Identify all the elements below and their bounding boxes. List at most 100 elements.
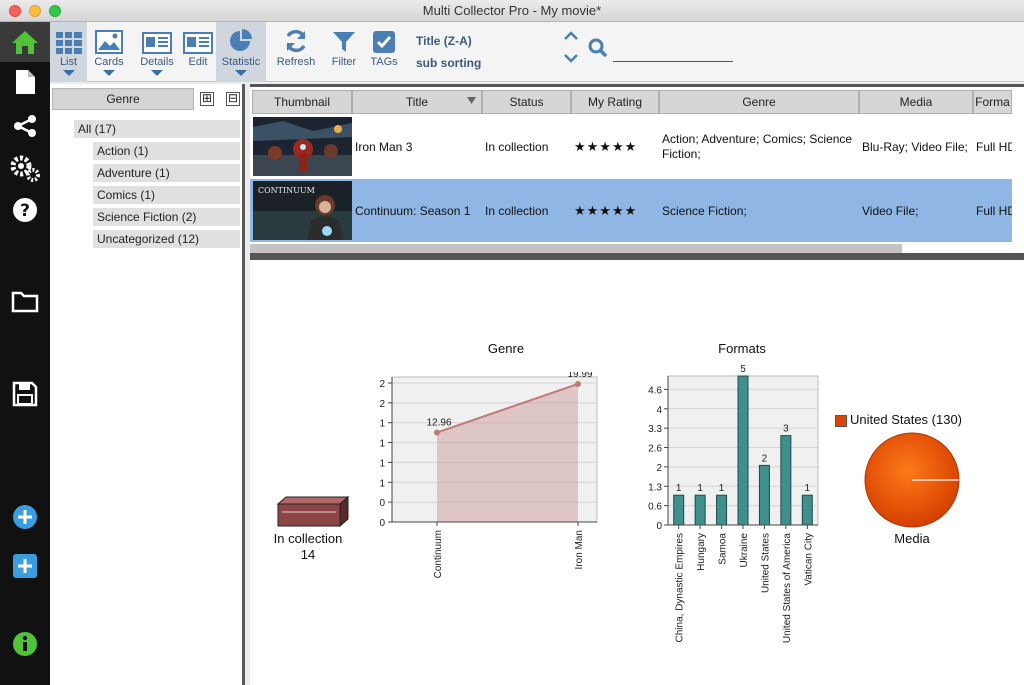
help-icon: ? — [13, 198, 37, 222]
y-tick-label: 0 — [379, 498, 385, 509]
help-button[interactable]: ? — [0, 190, 50, 230]
table-row[interactable]: Iron Man 3 In collection ★★★★★ Action; A… — [250, 115, 1012, 178]
list-label: List — [59, 56, 78, 68]
x-tick-label: Vatican City — [803, 533, 814, 586]
toolbar: List Cards Details Edit Statistic Refres… — [50, 22, 1024, 82]
cell-genre: Action; Adventure; Comics; Science Ficti… — [662, 131, 853, 161]
genre-panel-title[interactable]: Genre — [52, 88, 194, 110]
continuum-thumbnail: CONTINUUM — [253, 181, 352, 240]
sort-primary[interactable]: Title (Z-A) — [416, 30, 481, 52]
chevron-down-icon — [235, 70, 247, 76]
gears-icon — [10, 155, 40, 182]
column-header-format[interactable]: Forma — [973, 90, 1012, 114]
cell-rating[interactable]: ★★★★★ — [574, 179, 658, 242]
tree-item-genre[interactable]: Comics (1) — [93, 186, 240, 204]
add-item-button[interactable] — [0, 497, 50, 537]
checkbox-icon — [373, 31, 395, 53]
column-header-media[interactable]: Media — [859, 90, 973, 114]
continuum-thumb-text: CONTINUUM — [258, 186, 315, 195]
tree-item-genre[interactable]: Action (1) — [93, 142, 240, 160]
tree-item-genre[interactable]: Science Fiction (2) — [93, 208, 240, 226]
collapse-all-button[interactable]: ⊟ — [226, 92, 240, 106]
folder-icon — [11, 291, 39, 313]
sort-up-chevron-icon[interactable] — [564, 31, 578, 41]
genre-area-chart: 0 0 1 1 1 1 2 2 12.96 Continuum 19.99 Iron Man — [379, 372, 598, 578]
tree-item-genre[interactable]: Uncategorized (12) — [93, 230, 240, 248]
sort-down-chevron-icon[interactable] — [564, 53, 578, 63]
save-icon — [12, 381, 38, 407]
splitter[interactable] — [250, 253, 1024, 260]
share-button[interactable] — [0, 106, 50, 146]
minimize-window-button[interactable] — [29, 5, 41, 17]
data-label: 19.99 — [567, 372, 592, 380]
cell-genre: Science Fiction; — [662, 203, 747, 218]
chevron-down-icon — [103, 70, 115, 76]
filter-button[interactable]: Filter — [326, 22, 362, 82]
tree-item-genre[interactable]: Adventure (1) — [93, 164, 240, 182]
x-tick-label: China, Dynastic Empires — [675, 533, 686, 642]
bar — [780, 435, 792, 526]
chevron-down-icon — [62, 70, 75, 76]
tags-button[interactable]: TAGs — [366, 22, 402, 82]
sort-descending-icon — [467, 97, 476, 104]
statistics-panel: In collection 14 Genre 0 0 1 1 1 1 2 2 12.96 Cont… — [250, 260, 1024, 685]
pie-chart-icon — [230, 29, 252, 51]
details-view-button[interactable]: Details — [136, 22, 178, 82]
grid-list-icon — [55, 32, 82, 54]
y-tick-label: 4.6 — [648, 385, 662, 396]
refresh-label: Refresh — [276, 56, 316, 68]
add-collection-button[interactable] — [0, 546, 50, 586]
y-tick-label: 0 — [379, 518, 385, 529]
column-header-thumbnail[interactable]: Thumbnail — [252, 90, 352, 114]
maximize-window-button[interactable] — [49, 5, 61, 17]
table-row-selected[interactable]: CONTINUUM Continuum: Season 1 In collect… — [250, 179, 1012, 242]
x-tick-label: United States of America — [782, 533, 793, 643]
bar-value-label: 3 — [783, 424, 789, 435]
refresh-icon — [286, 29, 306, 53]
home-button[interactable] — [0, 22, 50, 62]
y-tick-label: 1 — [379, 439, 385, 450]
refresh-button[interactable]: Refresh — [274, 22, 318, 82]
close-window-button[interactable] — [9, 5, 21, 17]
bar — [758, 464, 770, 526]
y-tick-label: 1 — [379, 419, 385, 430]
plus-circle-icon — [13, 505, 37, 529]
statistic-view-button[interactable]: Statistic — [216, 22, 266, 82]
filter-label: Filter — [331, 56, 357, 68]
media-pie-chart — [864, 432, 960, 528]
collection-box-icon — [276, 496, 350, 528]
column-header-title[interactable]: Title — [352, 90, 482, 114]
open-folder-button[interactable] — [0, 282, 50, 322]
cards-view-button[interactable]: Cards — [90, 22, 128, 82]
new-document-button[interactable] — [0, 62, 50, 102]
details-card-icon — [142, 32, 172, 54]
save-button[interactable] — [0, 374, 50, 414]
edit-card-icon — [183, 32, 213, 54]
data-point — [434, 429, 440, 436]
list-view-button[interactable]: List — [50, 22, 87, 82]
x-tick-label: United States — [760, 533, 771, 593]
sort-selector[interactable]: Title (Z-A) sub sorting — [416, 30, 481, 74]
edit-button[interactable]: Edit — [181, 22, 215, 82]
search-input[interactable] — [613, 61, 733, 62]
column-header-status[interactable]: Status — [482, 90, 571, 114]
bar — [716, 494, 728, 526]
column-header-rating[interactable]: My Rating — [571, 90, 659, 114]
y-tick-label: 2.6 — [648, 444, 662, 455]
info-button[interactable] — [0, 624, 50, 664]
window-titlebar: Multi Collector Pro - My movie* — [0, 0, 1024, 22]
media-chart-label: Media — [894, 531, 930, 546]
tree-item-all[interactable]: All (17) — [74, 120, 240, 138]
column-header-genre[interactable]: Genre — [659, 90, 859, 114]
sort-secondary[interactable]: sub sorting — [416, 52, 481, 74]
settings-button[interactable] — [0, 148, 50, 188]
share-icon — [14, 115, 36, 137]
cards-label: Cards — [94, 56, 124, 68]
cell-media: Blu-Ray; Video File; — [862, 139, 968, 154]
media-legend-swatch — [835, 415, 847, 427]
search-icon[interactable] — [588, 38, 608, 58]
y-tick-label: 1.3 — [648, 482, 662, 493]
expand-all-button[interactable]: ⊞ — [200, 92, 214, 106]
cell-rating[interactable]: ★★★★★ — [574, 115, 658, 178]
x-tick-label: Samoa — [718, 533, 729, 565]
